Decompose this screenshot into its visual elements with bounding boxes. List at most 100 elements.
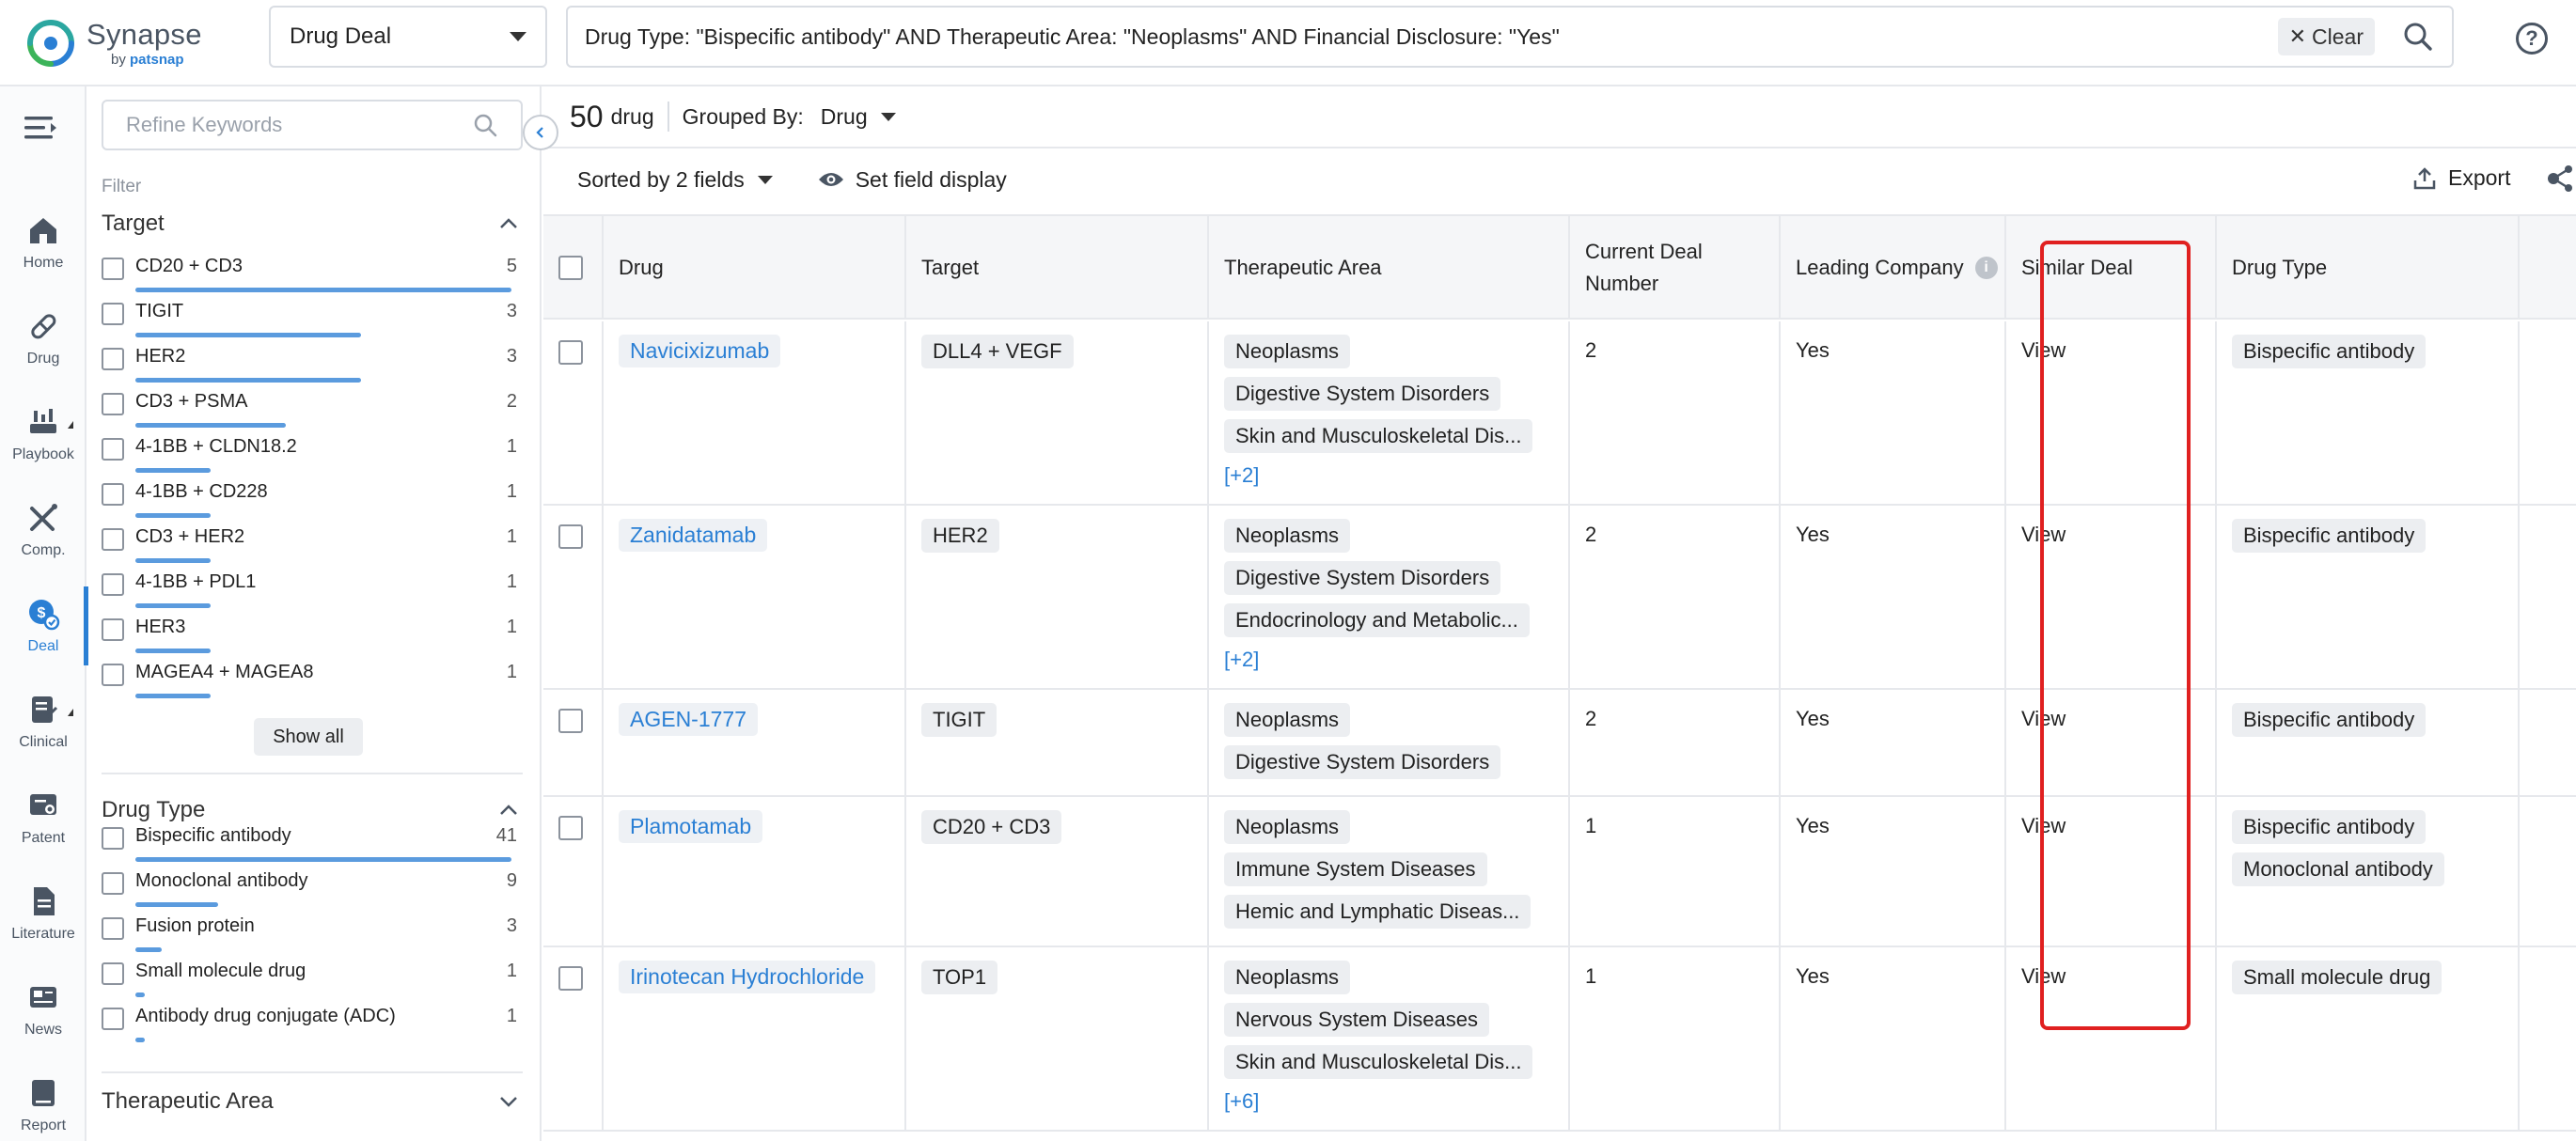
drug-type-option-checkbox[interactable] bbox=[102, 917, 124, 940]
query-text[interactable]: Drug Type: "Bispecific antibody" AND The… bbox=[585, 24, 2278, 50]
target-option[interactable]: CD3 + PSMA 2 bbox=[102, 385, 523, 430]
similar-deal-view-link[interactable]: View bbox=[2021, 335, 2066, 363]
row-checkbox[interactable] bbox=[558, 709, 583, 733]
target-option[interactable]: MAGEA4 + MAGEA8 1 bbox=[102, 656, 523, 701]
help-icon[interactable]: ? bbox=[2516, 23, 2548, 55]
similar-deal-view-link[interactable]: View bbox=[2021, 961, 2066, 989]
target-option-checkbox[interactable] bbox=[102, 664, 124, 686]
show-more-areas-link[interactable]: [+2] bbox=[1224, 463, 1259, 488]
drug-link[interactable]: Plamotamab bbox=[619, 810, 762, 843]
drug-type-option[interactable]: Antibody drug conjugate (ADC) 1 bbox=[102, 1000, 523, 1045]
nav-home[interactable]: Home bbox=[0, 197, 86, 288]
target-option-bar bbox=[135, 513, 211, 518]
target-option[interactable]: HER3 1 bbox=[102, 611, 523, 656]
target-option-bar bbox=[135, 378, 361, 383]
nav-literature-label: Literature bbox=[11, 926, 75, 943]
drug-type-tag: Bispecific antibody bbox=[2232, 703, 2426, 737]
drug-type-option-checkbox[interactable] bbox=[102, 962, 124, 985]
deal-number-value: 1 bbox=[1585, 810, 1596, 838]
target-option[interactable]: 4-1BB + CLDN18.2 1 bbox=[102, 430, 523, 476]
target-option-checkbox[interactable] bbox=[102, 483, 124, 506]
logo[interactable]: Synapse by patsnap bbox=[26, 13, 202, 73]
target-option[interactable]: 4-1BB + PDL1 1 bbox=[102, 566, 523, 611]
drug-link[interactable]: AGEN-1777 bbox=[619, 703, 758, 736]
show-all-button[interactable]: Show all bbox=[254, 718, 363, 756]
set-field-display-button[interactable]: Set field display bbox=[818, 167, 1007, 193]
target-option[interactable]: CD3 + HER2 1 bbox=[102, 521, 523, 566]
show-more-areas-link[interactable]: [+6] bbox=[1224, 1089, 1259, 1114]
target-option-checkbox[interactable] bbox=[102, 438, 124, 461]
drug-type-option[interactable]: Fusion protein 3 bbox=[102, 910, 523, 955]
target-option[interactable]: TIGIT 3 bbox=[102, 295, 523, 340]
nav-drug[interactable]: Drug bbox=[0, 293, 86, 383]
target-section-header[interactable]: Target bbox=[102, 205, 523, 242]
nav-playbook[interactable]: Playbook bbox=[0, 389, 86, 479]
drug-type-option-checkbox[interactable] bbox=[102, 827, 124, 850]
target-option-checkbox[interactable] bbox=[102, 573, 124, 596]
target-option-checkbox[interactable] bbox=[102, 348, 124, 370]
refine-keywords-input[interactable]: Refine Keywords bbox=[102, 100, 523, 150]
leading-company-cell: Yes bbox=[1781, 506, 2006, 688]
therapeutic-area-section-header[interactable]: Therapeutic Area bbox=[102, 1083, 523, 1120]
drug-cell: Navicixizumab bbox=[604, 321, 906, 504]
nav-patent[interactable]: Patent bbox=[0, 773, 86, 863]
grouped-by-select[interactable]: Drug bbox=[821, 104, 896, 130]
target-option[interactable]: CD20 + CD3 5 bbox=[102, 250, 523, 295]
chevron-up-icon[interactable] bbox=[495, 801, 523, 820]
row-checkbox[interactable] bbox=[558, 340, 583, 365]
column-header-current-deal-number[interactable]: Current Deal Number bbox=[1570, 216, 1781, 320]
drug-type-option[interactable]: Small molecule drug 1 bbox=[102, 955, 523, 1000]
collapse-panel-button[interactable] bbox=[523, 115, 558, 150]
sort-select[interactable]: Sorted by 2 fields bbox=[577, 167, 773, 193]
nav-clinical[interactable]: Clinical bbox=[0, 677, 86, 767]
row-checkbox[interactable] bbox=[558, 816, 583, 840]
target-option-bar bbox=[135, 423, 286, 428]
column-header-leading-company[interactable]: Leading Company i bbox=[1781, 216, 2006, 320]
target-option-checkbox[interactable] bbox=[102, 303, 124, 325]
target-option-checkbox[interactable] bbox=[102, 393, 124, 415]
chevron-up-icon[interactable] bbox=[495, 214, 523, 233]
target-option-checkbox[interactable] bbox=[102, 258, 124, 280]
target-option[interactable]: 4-1BB + CD228 1 bbox=[102, 476, 523, 521]
target-option-checkbox[interactable] bbox=[102, 528, 124, 551]
row-checkbox[interactable] bbox=[558, 524, 583, 549]
target-option[interactable]: HER2 3 bbox=[102, 340, 523, 385]
nav-literature[interactable]: Literature bbox=[0, 868, 86, 959]
target-option-checkbox[interactable] bbox=[102, 618, 124, 641]
show-more-areas-link[interactable]: [+2] bbox=[1224, 648, 1259, 672]
similar-deal-view-link[interactable]: View bbox=[2021, 810, 2066, 838]
column-header-similar-deal[interactable]: Similar Deal bbox=[2006, 216, 2217, 320]
column-header-drug-type[interactable]: Drug Type bbox=[2217, 216, 2520, 320]
search-icon[interactable] bbox=[2401, 20, 2435, 54]
nav-report[interactable]: Report bbox=[0, 1060, 86, 1141]
info-icon[interactable]: i bbox=[1975, 257, 1998, 279]
menu-toggle-icon[interactable] bbox=[24, 115, 58, 141]
similar-deal-view-link[interactable]: View bbox=[2021, 703, 2066, 731]
search-icon[interactable] bbox=[472, 112, 498, 138]
drug-link[interactable]: Navicixizumab bbox=[619, 335, 780, 367]
drug-type-option[interactable]: Monoclonal antibody 9 bbox=[102, 865, 523, 910]
clear-button[interactable]: ✕ Clear bbox=[2278, 18, 2375, 55]
query-input[interactable]: Drug Type: "Bispecific antibody" AND The… bbox=[566, 6, 2454, 68]
chevron-down-icon[interactable] bbox=[495, 1092, 523, 1111]
select-all-checkbox[interactable] bbox=[558, 256, 583, 280]
drug-type-option-bar bbox=[135, 993, 145, 997]
column-header-target[interactable]: Target bbox=[906, 216, 1209, 320]
nav-comp[interactable]: Comp. bbox=[0, 485, 86, 575]
row-checkbox[interactable] bbox=[558, 966, 583, 991]
nav-deal[interactable]: $ Deal bbox=[0, 581, 86, 671]
similar-deal-view-link[interactable]: View bbox=[2021, 519, 2066, 547]
target-tag: TOP1 bbox=[921, 961, 997, 994]
drug-type-option[interactable]: Bispecific antibody 41 bbox=[102, 820, 523, 865]
nav-news[interactable]: News bbox=[0, 964, 86, 1055]
news-icon bbox=[26, 980, 60, 1014]
drug-type-option-checkbox[interactable] bbox=[102, 872, 124, 895]
network-graph-icon[interactable] bbox=[2542, 162, 2576, 195]
export-button[interactable]: Export bbox=[2412, 165, 2510, 191]
column-header-therapeutic-area[interactable]: Therapeutic Area bbox=[1209, 216, 1570, 320]
column-header-drug[interactable]: Drug bbox=[604, 216, 906, 320]
drug-link[interactable]: Irinotecan Hydrochloride bbox=[619, 961, 875, 993]
drug-type-option-checkbox[interactable] bbox=[102, 1008, 124, 1030]
module-select[interactable]: Drug Deal bbox=[269, 6, 547, 68]
drug-link[interactable]: Zanidatamab bbox=[619, 519, 767, 552]
